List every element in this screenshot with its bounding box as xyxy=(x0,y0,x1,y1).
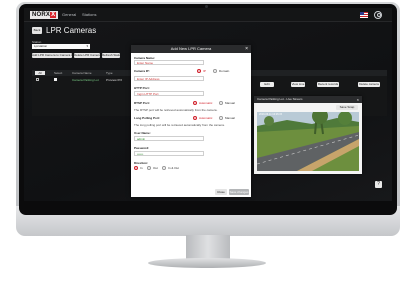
direction-inout-label: In & Out xyxy=(168,166,180,170)
snapshot-button[interactable]: Save Snap xyxy=(336,105,358,110)
delete-camera-button[interactable]: Delete LPR Camera xyxy=(74,53,100,58)
save-changes-button[interactable]: Save changes xyxy=(229,189,249,195)
logo-text: NORX xyxy=(32,12,51,18)
col-select: Select xyxy=(54,71,63,75)
monitor-stand-base xyxy=(148,258,266,268)
brand-logo[interactable]: NORXX xyxy=(30,11,59,19)
refresh-stations-button[interactable]: Refresh Stations xyxy=(102,53,120,58)
recent-records-button[interactable]: Recent records xyxy=(317,82,339,87)
add-camera-modal: Add New LPR Camera × Camera Name: Enter … xyxy=(131,45,251,197)
help-button[interactable]: ? xyxy=(375,181,382,188)
direction-label: Direction: xyxy=(134,161,149,165)
top-navbar: NORXX General Stations xyxy=(24,8,392,22)
polling-manual-radio[interactable] xyxy=(219,116,223,120)
select-all-checkbox[interactable]: All xyxy=(35,71,45,75)
delete-row-button[interactable]: Delete camera xyxy=(358,82,380,87)
col-type: Type xyxy=(106,71,113,75)
chevron-down-icon: ▾ xyxy=(86,44,88,48)
polling-note: The long polling port will be retrieved … xyxy=(134,123,225,127)
rtsp-port-label: RTSP Port: xyxy=(134,101,150,105)
direction-in-label: In xyxy=(140,166,143,170)
polling-auto-label: Automatic xyxy=(199,116,213,120)
rtsp-manual-label: Manual xyxy=(225,101,235,105)
rtsp-auto-radio[interactable] xyxy=(193,101,197,105)
polling-manual-label: Manual xyxy=(225,116,235,120)
camera-ip-label: Camera IP: xyxy=(134,69,150,73)
logo-x-mark: X xyxy=(50,12,57,18)
preview-header: Camera Parking Lot - Live Stream × xyxy=(254,96,362,103)
row-checkbox[interactable] xyxy=(36,78,39,81)
http-port-label: HTTP Port: xyxy=(134,86,150,90)
direction-in-radio[interactable] xyxy=(134,166,138,170)
polling-auto-radio[interactable] xyxy=(193,116,197,120)
cell-camera-name: Camera Parking Lot xyxy=(72,78,99,82)
cell-type: Proview IP2 xyxy=(106,78,123,82)
edit-button[interactable]: Edit xyxy=(260,82,274,87)
ip-radio-label: IP xyxy=(203,69,206,73)
monitor-stand-neck xyxy=(186,235,230,260)
direction-out-radio[interactable] xyxy=(147,166,151,170)
domain-radio-label: Domain xyxy=(219,69,230,73)
domain-radio[interactable] xyxy=(213,69,217,73)
station-select[interactable]: Lprstation ▾ xyxy=(32,44,90,49)
nav-stations[interactable]: Stations xyxy=(82,12,96,17)
add-camera-listing-button[interactable]: Add LPR Camera to Camera Listing xyxy=(32,53,72,58)
long-polling-label: Long Polling Port: xyxy=(134,116,160,120)
us-flag-icon[interactable] xyxy=(360,12,368,18)
col-camera-name: Camera Name xyxy=(72,71,92,75)
road-scene xyxy=(257,112,359,171)
rtsp-note: The RTSP port will be retrieved automati… xyxy=(134,108,218,112)
camera-timestamp: 2019-06-11 10:26:15 xyxy=(259,113,283,116)
live-preview-panel: Camera Parking Lot - Live Stream × Save … xyxy=(254,96,362,174)
rtsp-auto-label: Automatic xyxy=(199,101,213,105)
direction-inout-radio[interactable] xyxy=(162,166,166,170)
password-label: Password: xyxy=(134,146,150,150)
nav-general[interactable]: General xyxy=(62,12,76,17)
user-icon[interactable] xyxy=(374,11,382,19)
username-input[interactable]: admin xyxy=(134,136,204,141)
camera-name-input[interactable]: Enter Name xyxy=(134,60,204,65)
modal-close-button[interactable]: Close xyxy=(215,189,227,195)
username-label: User Name: xyxy=(134,131,151,135)
station-select-value: Lprstation xyxy=(34,44,48,48)
close-icon[interactable]: × xyxy=(245,45,248,53)
page-title: LPR Cameras xyxy=(46,26,97,35)
camera-feed-image: 2019-06-11 10:26:15 xyxy=(257,112,359,171)
password-input[interactable]: •••••• xyxy=(134,151,204,156)
close-icon[interactable]: × xyxy=(357,96,359,103)
row-select-box[interactable] xyxy=(54,78,57,81)
preview-title: Camera Parking Lot - Live Stream xyxy=(257,97,303,101)
back-button[interactable]: Back xyxy=(32,27,42,34)
ip-radio[interactable] xyxy=(197,69,201,73)
http-port-input[interactable]: Ingin HTTP Port xyxy=(134,91,204,96)
screen: NORXX General Stations Back LPR Cameras … xyxy=(24,8,392,201)
modal-title: Add New LPR Camera xyxy=(170,46,212,51)
direction-out-label: Out xyxy=(153,166,158,170)
camera-ip-input[interactable]: Enter IP Address xyxy=(134,76,204,81)
modal-header: Add New LPR Camera × xyxy=(131,45,251,53)
rtsp-manual-radio[interactable] xyxy=(219,101,223,105)
view-live-button[interactable]: View Live xyxy=(291,82,305,87)
